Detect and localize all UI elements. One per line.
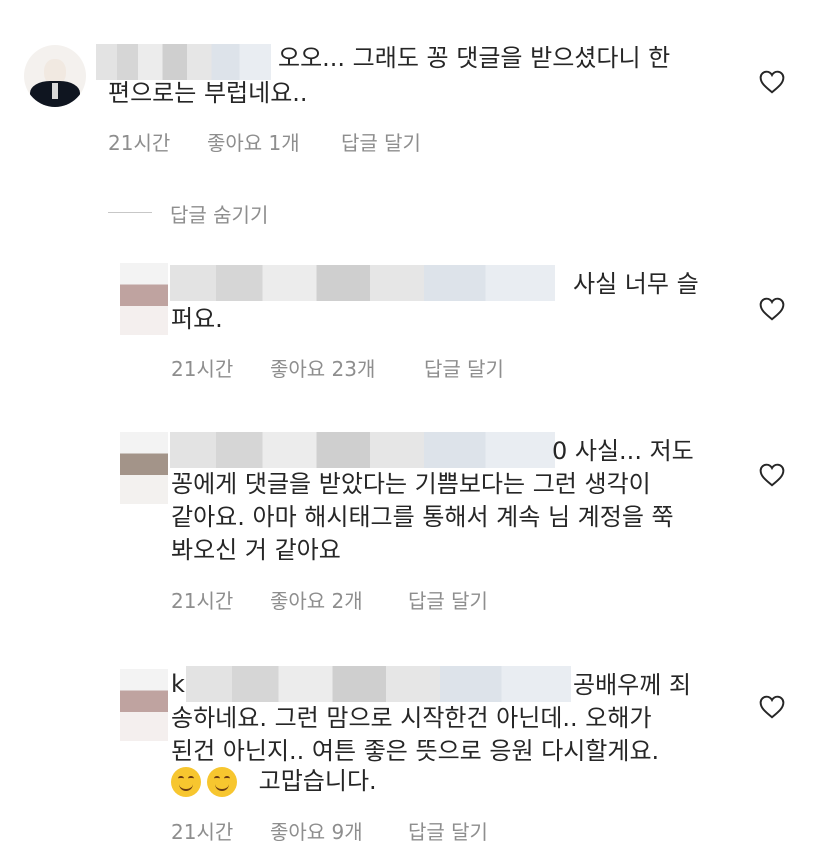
comment-text-line: 봐오신 거 같아요 (171, 536, 341, 564)
comment-text-line: 0 사실... 저도 (552, 437, 694, 465)
heart-outline-icon[interactable] (759, 70, 785, 94)
comment-text-line: 고맙습니다. (258, 767, 377, 795)
comment-likes[interactable]: 좋아요 23개 (270, 353, 375, 382)
divider-line (108, 212, 152, 213)
avatar[interactable] (120, 669, 168, 741)
avatar[interactable] (24, 45, 86, 107)
reply-button[interactable]: 답글 달기 (408, 816, 488, 845)
comment-text-line: 꽁에게 댓글을 받았다는 기쁨보다는 그런 생각이 (171, 470, 651, 498)
reply-button[interactable]: 답글 달기 (408, 585, 488, 614)
comment-text-line-emoji: 고맙습니다. (171, 765, 377, 798)
comment-likes[interactable]: 좋아요 9개 (270, 816, 363, 845)
comment-text-line: 된건 아닌지.. 여튼 좋은 뜻으로 응원 다시할게요. (171, 737, 660, 765)
comment-time[interactable]: 21시간 (171, 585, 233, 614)
comment-text-line: 같아요. 아마 해시태그를 통해서 계속 님 계정을 쭉 (171, 503, 674, 531)
comment-text-line: 오오... 그래도 꽁 댓글을 받으셨다니 한 (278, 44, 671, 72)
comment-text-line: 사실 너무 슬 (573, 270, 699, 298)
comment-likes[interactable]: 좋아요 1개 (207, 127, 300, 156)
redacted-username[interactable] (170, 265, 555, 301)
comment-likes[interactable]: 좋아요 2개 (270, 585, 363, 614)
comment-text-line: 공배우께 죄 (573, 671, 692, 699)
comment-time[interactable]: 21시간 (171, 816, 233, 845)
hide-replies-button[interactable]: 답글 숨기기 (170, 199, 268, 228)
reply-button[interactable]: 답글 달기 (341, 127, 421, 156)
redacted-username[interactable] (170, 432, 555, 468)
reply-button[interactable]: 답글 달기 (424, 353, 504, 382)
comment-item: 오오... 그래도 꽁 댓글을 받으셨다니 한 편으로는 부럽네요.. 21시간… (0, 0, 828, 200)
comment-text-line: 편으로는 부럽네요.. (108, 79, 308, 107)
smiling-face-icon (207, 767, 237, 797)
avatar[interactable] (120, 432, 168, 504)
comment-time[interactable]: 21시간 (171, 353, 233, 382)
username[interactable]: k (171, 668, 185, 701)
redacted-username[interactable] (186, 666, 571, 702)
comment-text-line: 송하네요. 그런 맘으로 시작한건 아닌데.. 오해가 (171, 704, 652, 732)
heart-outline-icon[interactable] (759, 463, 785, 487)
heart-outline-icon[interactable] (759, 297, 785, 321)
heart-outline-icon[interactable] (759, 695, 785, 719)
comment-text-line: 퍼요. (171, 305, 223, 333)
smiling-face-icon (171, 767, 201, 797)
redacted-username[interactable] (96, 44, 271, 80)
comment-time[interactable]: 21시간 (108, 127, 170, 156)
avatar-tie (52, 83, 58, 99)
avatar[interactable] (120, 263, 168, 335)
